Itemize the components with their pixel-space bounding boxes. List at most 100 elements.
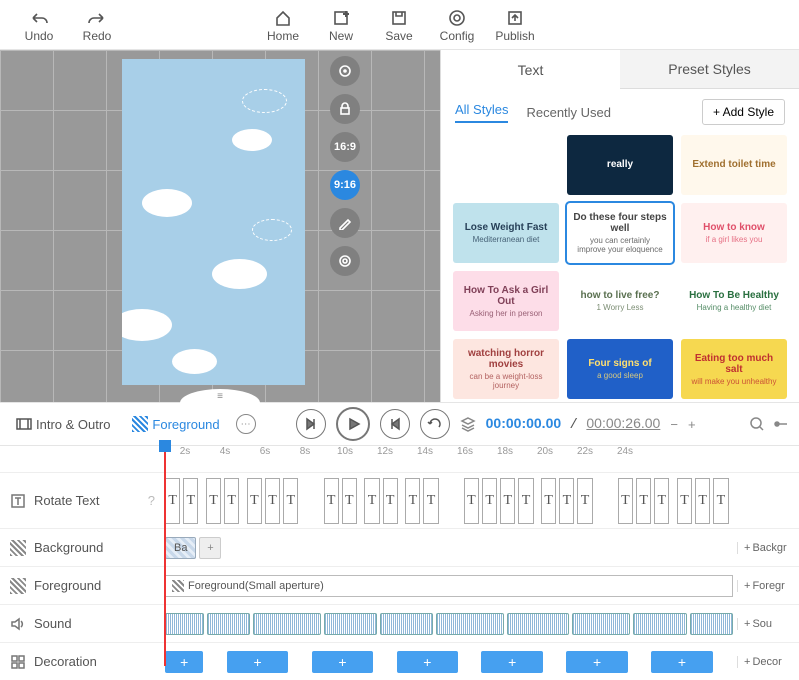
style-card[interactable]: Lose Weight FastMediterranean diet xyxy=(453,203,559,263)
text-block[interactable]: T xyxy=(677,478,692,524)
audio-clip[interactable] xyxy=(572,613,630,635)
save-button[interactable]: Save xyxy=(374,4,424,48)
settings-tool[interactable] xyxy=(330,246,360,276)
audio-clip[interactable] xyxy=(324,613,377,635)
zoom-in[interactable]: + xyxy=(688,417,696,432)
text-block[interactable]: T xyxy=(247,478,262,524)
bg-aside-add[interactable]: + Backgr xyxy=(737,542,799,554)
help-icon[interactable]: ? xyxy=(148,493,155,508)
fg-clip[interactable]: Foreground(Small aperture) xyxy=(165,575,733,597)
text-block[interactable]: T xyxy=(342,478,357,524)
text-block[interactable]: T xyxy=(618,478,633,524)
style-card[interactable]: Four signs ofa good sleep xyxy=(567,339,673,399)
preview-canvas[interactable] xyxy=(122,59,305,385)
style-card[interactable]: really xyxy=(567,135,673,195)
time-duration[interactable]: 00:00:26.00 xyxy=(586,415,660,431)
play-button[interactable] xyxy=(336,407,370,441)
audio-clip[interactable] xyxy=(380,613,433,635)
rotate-text-track[interactable]: TTTTTTTTTTTTTTTTTTTTTTTTTT xyxy=(165,478,737,524)
aspect-9-16[interactable]: 9:16 xyxy=(330,170,360,200)
foreground-track[interactable]: Foreground(Small aperture) xyxy=(165,575,737,597)
zoom-slider-icon[interactable] xyxy=(773,416,789,432)
decoration-clip[interactable]: + xyxy=(566,651,628,673)
add-style-button[interactable]: + Add Style xyxy=(702,99,785,125)
loop-button[interactable] xyxy=(420,409,450,439)
text-block[interactable]: T xyxy=(541,478,556,524)
style-card[interactable]: watching horror moviescan be a weight-lo… xyxy=(453,339,559,399)
zoom-fit-icon[interactable] xyxy=(749,416,765,432)
redo-button[interactable]: Redo xyxy=(72,4,122,48)
text-block[interactable]: T xyxy=(423,478,438,524)
tab-foreground[interactable]: Foreground xyxy=(126,412,225,436)
playhead[interactable] xyxy=(164,446,166,666)
text-block[interactable]: T xyxy=(183,478,198,524)
sound-aside-add[interactable]: + Sou xyxy=(737,618,799,630)
text-block[interactable]: T xyxy=(518,478,533,524)
timeline-ruler[interactable]: 2s4s6s8s10s12s14s16s18s20s22s24s xyxy=(165,446,799,472)
text-block[interactable]: T xyxy=(654,478,669,524)
tab-intro-outro[interactable]: Intro & Outro xyxy=(10,412,116,436)
decoration-clip[interactable]: + xyxy=(227,651,289,673)
decoration-clip[interactable]: + xyxy=(481,651,543,673)
style-card[interactable]: How To Be HealthyHaving a healthy diet xyxy=(681,271,787,331)
fg-aside-add[interactable]: + Foregr xyxy=(737,580,799,592)
bg-clip[interactable]: Ba xyxy=(165,537,196,559)
style-card[interactable]: How to knowif a girl likes you xyxy=(681,203,787,263)
background-track[interactable]: Ba + xyxy=(165,537,737,559)
text-block[interactable]: T xyxy=(500,478,515,524)
style-card[interactable]: how to live free?1 Worry Less xyxy=(567,271,673,331)
style-card[interactable]: How To Ask a Girl OutAsking her in perso… xyxy=(453,271,559,331)
text-block[interactable]: T xyxy=(577,478,592,524)
lock-tool[interactable] xyxy=(330,94,360,124)
audio-clip[interactable] xyxy=(207,613,250,635)
audio-clip[interactable] xyxy=(507,613,570,635)
style-card[interactable]: Extend toilet time xyxy=(681,135,787,195)
prev-button[interactable] xyxy=(296,409,326,439)
decoration-clip[interactable]: + xyxy=(397,651,459,673)
aspect-16-9[interactable]: 16:9 xyxy=(330,132,360,162)
text-block[interactable]: T xyxy=(364,478,379,524)
style-card[interactable]: Eating too much saltwill make you unheal… xyxy=(681,339,787,399)
publish-button[interactable]: Publish xyxy=(490,4,540,48)
edit-tool[interactable] xyxy=(330,208,360,238)
text-block[interactable]: T xyxy=(224,478,239,524)
text-block[interactable]: T xyxy=(383,478,398,524)
filter-all-styles[interactable]: All Styles xyxy=(455,102,508,123)
undo-button[interactable]: Undo xyxy=(14,4,64,48)
text-block[interactable]: T xyxy=(265,478,280,524)
text-block[interactable]: T xyxy=(165,478,180,524)
audio-clip[interactable] xyxy=(633,613,686,635)
new-button[interactable]: New xyxy=(316,4,366,48)
home-button[interactable]: Home xyxy=(258,4,308,48)
style-card[interactable]: Do these four steps wellyou can certainl… xyxy=(567,203,673,263)
audio-clip[interactable] xyxy=(436,613,504,635)
config-button[interactable]: Config xyxy=(432,4,482,48)
tab-text[interactable]: Text xyxy=(441,50,620,89)
text-block[interactable]: T xyxy=(405,478,420,524)
text-block[interactable]: T xyxy=(482,478,497,524)
layers-icon[interactable] xyxy=(460,416,476,432)
zoom-out[interactable]: − xyxy=(670,417,678,432)
decoration-clip[interactable]: + xyxy=(165,651,203,673)
text-block[interactable]: T xyxy=(206,478,221,524)
target-tool[interactable] xyxy=(330,56,360,86)
text-block[interactable]: T xyxy=(559,478,574,524)
text-block[interactable]: T xyxy=(713,478,728,524)
text-block[interactable]: T xyxy=(283,478,298,524)
more-button[interactable]: ⋯ xyxy=(236,414,256,434)
text-block[interactable]: T xyxy=(324,478,339,524)
next-button[interactable] xyxy=(380,409,410,439)
decoration-clip[interactable]: + xyxy=(651,651,713,673)
text-block[interactable]: T xyxy=(695,478,710,524)
decoration-track[interactable]: + + + + + + + xyxy=(165,651,737,673)
deco-aside-add[interactable]: + Decor xyxy=(737,656,799,668)
canvas-expand-handle[interactable] xyxy=(180,389,260,403)
audio-clip[interactable] xyxy=(165,613,204,635)
audio-clip[interactable] xyxy=(253,613,321,635)
text-block[interactable]: T xyxy=(636,478,651,524)
tab-preset-styles[interactable]: Preset Styles xyxy=(620,50,799,89)
sound-track[interactable] xyxy=(165,613,737,635)
decoration-clip[interactable]: + xyxy=(312,651,374,673)
audio-clip[interactable] xyxy=(690,613,733,635)
add-bg-clip[interactable]: + xyxy=(199,537,221,559)
